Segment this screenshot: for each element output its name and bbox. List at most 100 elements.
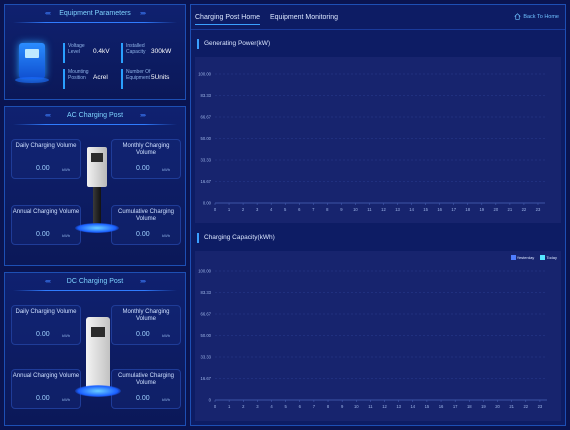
x-tick-label: 21 [509,404,514,409]
x-tick-label: 16 [437,207,442,212]
y-tick-label: 0 [209,398,212,403]
x-tick-label: 22 [522,207,527,212]
y-tick-label: 16.67 [201,376,212,381]
charging-capacity-chart: 016.6733.3350.0066.6783.33100.000 1 2 3 4 5 6 7… [198,269,547,409]
stat-label: Monthly Charging Volume [122,309,170,322]
y-tick-label: 83.33 [201,93,212,98]
stat-value: 0.00 [136,165,150,172]
y-tick-label: 50.00 [201,333,212,338]
stat-unit: kWh [162,333,170,338]
y-tick-label: 16.67 [201,179,212,184]
x-tick-label: 7 [313,404,316,409]
tab-charging-post-home[interactable]: Charging Post Home [195,11,260,25]
x-tick-label: 13 [395,207,400,212]
stat-label: Cumulative Charging Volume [117,209,175,222]
stat-label: Annual Charging Volume [12,209,80,215]
x-tick-label: 1 [228,404,231,409]
y-tick-label: 100.00 [198,72,211,77]
ac-charging-post-image [75,147,119,237]
param-value: Acrel [93,74,108,81]
x-tick-label: 20 [494,207,499,212]
dc-post-glow [75,385,121,397]
home-icon [514,13,521,20]
x-tick-label: 3 [256,404,259,409]
x-tick-label: 9 [340,207,343,212]
param-label: Number Of Equipment [126,69,151,81]
x-tick-label: 15 [425,404,430,409]
x-tick-label: 10 [353,207,358,212]
stat-label: Daily Charging Volume [15,309,77,315]
x-tick-label: 18 [467,404,472,409]
chevron-decoration-icon: ‹‹‹‹‹ [45,113,51,119]
equipment-panel-title: Equipment Parameters [59,10,131,17]
stat-unit: kWh [62,167,70,172]
x-tick-label: 6 [299,404,302,409]
y-tick-label: 0.00 [203,201,212,206]
param-marker [63,43,65,63]
stat-unit: kWh [62,397,70,402]
x-tick-label: 11 [367,207,372,212]
param-label: Voltage Level [68,43,85,55]
x-tick-label: 2 [242,404,245,409]
param-label: Installed Capacity [126,43,146,55]
dc-daily-volume: Daily Charging Volume 0.00 kWh [11,305,81,345]
ac-post-glow [75,223,119,233]
y-tick-label: 66.67 [201,312,212,317]
x-tick-label: 14 [410,404,415,409]
dc-charging-post-image [75,313,121,399]
stat-unit: kWh [62,233,70,238]
param-marker [121,69,123,89]
chevron-decoration-icon: ››››› [140,279,146,285]
stat-value: 0.00 [36,331,50,338]
param-value: 5Units [151,74,170,81]
ac-annual-volume: Annual Charging Volume 0.00 kWh [11,205,81,245]
x-tick-label: 13 [396,404,401,409]
chevron-decoration-icon: ‹‹‹‹‹ [45,279,51,285]
panel-header: ‹‹‹‹‹ AC Charging Post ››››› [5,107,185,125]
x-tick-label: 22 [523,404,528,409]
ac-charging-post-panel: ‹‹‹‹‹ AC Charging Post ››››› Daily Charg… [4,106,186,266]
equipment-parameters-panel: ‹‹‹‹‹ Equipment Parameters ››››› Voltage… [4,4,186,100]
charger-icon [19,43,45,79]
stat-value: 0.00 [136,231,150,238]
param-marker [63,69,65,89]
param-marker [121,43,123,63]
dc-charging-post-panel: ‹‹‹‹‹ DC Charging Post ››››› Daily Charg… [4,272,186,426]
x-tick-label: 11 [368,404,373,409]
ac-cumulative-volume: Cumulative Charging Volume 0.00 kWh [111,205,181,245]
x-tick-label: 8 [326,207,329,212]
x-tick-label: 14 [409,207,414,212]
x-tick-label: 4 [270,404,273,409]
back-label: Back To Home [523,13,559,20]
x-tick-label: 19 [479,207,484,212]
x-tick-label: 9 [341,404,344,409]
x-tick-label: 7 [312,207,315,212]
x-tick-label: 16 [439,404,444,409]
back-to-home-link[interactable]: Back To Home [514,13,559,20]
divider [13,22,177,23]
ac-panel-title: AC Charging Post [66,112,124,119]
x-tick-label: 3 [256,207,259,212]
dc-annual-volume: Annual Charging Volume 0.00 kWh [11,369,81,409]
x-tick-label: 6 [298,207,301,212]
x-tick-label: 15 [423,207,428,212]
chevron-decoration-icon: ››››› [140,113,146,119]
x-tick-label: 4 [270,207,273,212]
y-tick-label: 100.00 [198,269,211,274]
tab-equipment-monitoring[interactable]: Equipment Monitoring [270,11,338,25]
chart-title: Charging Capacity(kWh) [197,233,275,243]
x-tick-label: 23 [536,207,541,212]
stat-unit: kWh [162,397,170,402]
stat-value: 0.00 [136,331,150,338]
dc-cumulative-volume: Cumulative Charging Volume 0.00 kWh [111,369,181,409]
chevron-decoration-icon: ››››› [140,11,146,17]
stat-value: 0.00 [36,231,50,238]
x-tick-label: 20 [495,404,500,409]
divider [13,290,177,291]
divider [191,29,565,30]
stat-label: Daily Charging Volume [15,143,77,149]
x-tick-label: 5 [284,404,287,409]
param-label: Mounting Position [68,69,89,81]
param-value: 300kW [151,48,172,55]
x-tick-label: 0 [214,207,217,212]
